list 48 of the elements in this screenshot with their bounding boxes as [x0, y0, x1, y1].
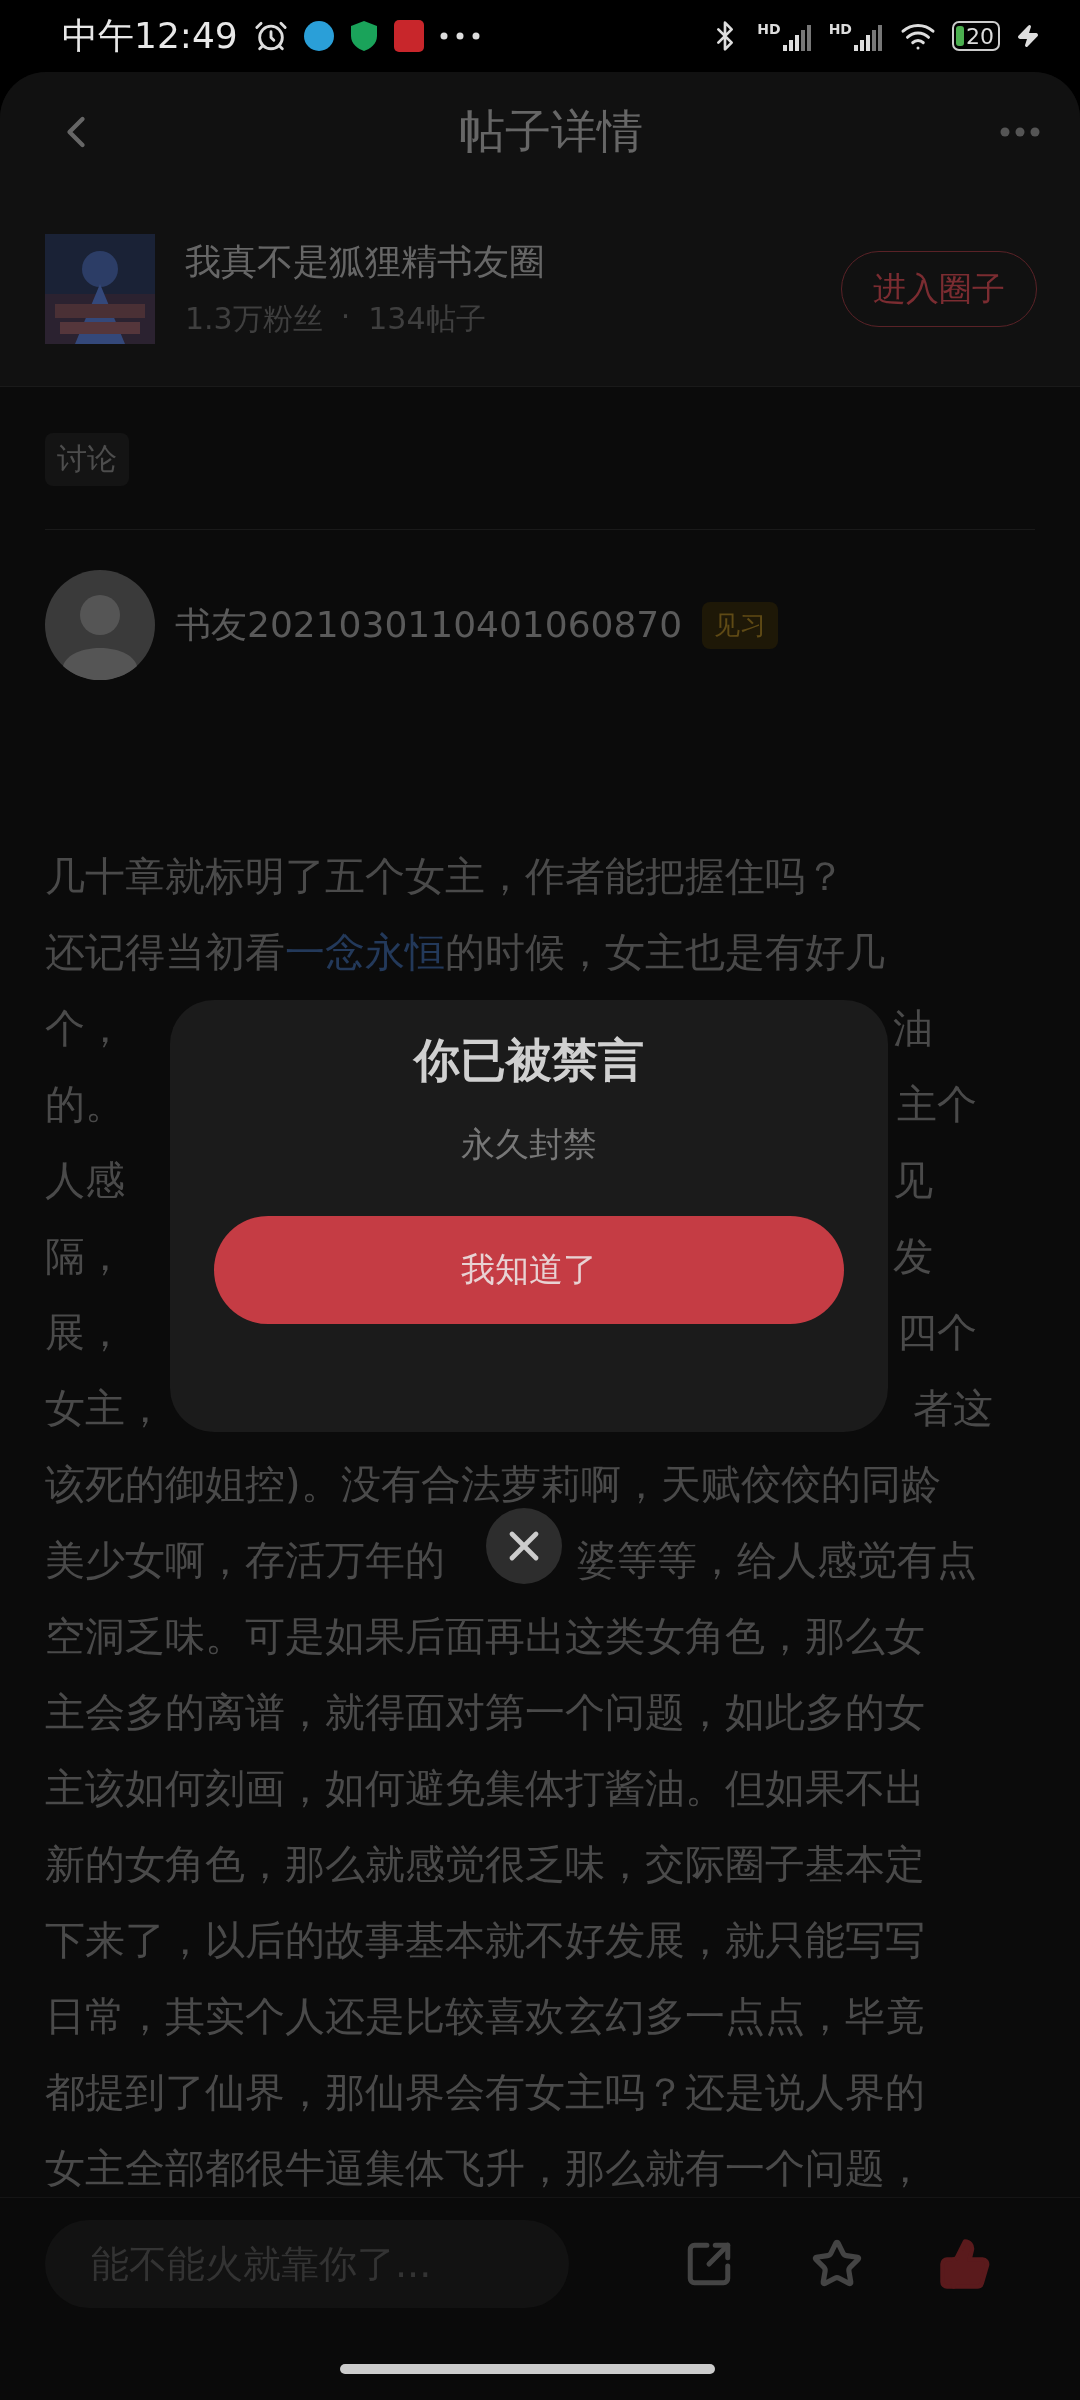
post-text: 婆等等，给人感觉有点	[577, 1535, 977, 1585]
post-text: 日常，其实个人还是比较喜欢玄幻多一点点，毕竟	[45, 1991, 925, 2041]
post-text: 新的女角色，那么就感觉很乏味，交际圈子基本定	[45, 1839, 925, 1889]
post-text: 四个	[897, 1307, 977, 1357]
dialog-title: 你已被禁言	[414, 1032, 644, 1089]
post-text: 主该如何刻画，如何避免集体打酱油。但如果不出	[45, 1763, 925, 1813]
separator: ·	[340, 299, 351, 336]
post-text: 的。	[45, 1079, 125, 1129]
dialog-message: 永久封禁	[461, 1123, 597, 1166]
post-text: 见	[893, 1155, 933, 1205]
post-text: 人感	[45, 1155, 125, 1205]
post-text: 该死的御姐控)。没有合法萝莉啊，天赋佼佼的同龄	[45, 1459, 941, 1509]
author-name: 书友2021030110401060870	[175, 602, 683, 647]
app-icon	[393, 20, 424, 52]
post-text: 者这	[913, 1383, 993, 1433]
post-text: 女主全部都很牛逼集体飞升，那么就有一个问题，	[45, 2143, 925, 2193]
status-time: 中午12:49	[62, 13, 238, 58]
topic-tag: 讨论	[45, 433, 129, 486]
shield-icon	[349, 20, 378, 52]
thumbs-up-icon[interactable]	[938, 2237, 992, 2291]
signal-label: HD	[828, 21, 852, 37]
post-text: 发	[893, 1231, 933, 1281]
level-badge: 见习	[702, 601, 779, 649]
signal-label: HD	[757, 21, 781, 37]
app-icon	[303, 21, 334, 51]
post-text: 美少女啊，存活万年的	[45, 1535, 445, 1585]
battery-icon: 20	[952, 21, 1000, 51]
alarm-icon	[253, 19, 288, 53]
post-text: 空洞乏味。可是如果后面再出这类女角色，那么女	[45, 1611, 925, 1661]
post-text: 主个	[897, 1079, 977, 1129]
post-text: 隔，	[45, 1231, 125, 1281]
more-icon[interactable]	[1000, 127, 1040, 137]
post-text: 主会多的离谱，就得面对第一个问题，如此多的女	[45, 1687, 925, 1737]
circle-name: 我真不是狐狸精书友圈	[185, 240, 546, 284]
book-link[interactable]: 一念永恒	[285, 924, 445, 980]
post-text: 的时候，女主也是有好几	[445, 927, 885, 977]
post-text: 几十章就标明了五个女主，作者能把握住吗？	[45, 851, 845, 901]
post-text: 个，	[45, 1003, 125, 1053]
post-text: 都提到了仙界，那仙界会有女主吗？还是说人界的	[45, 2067, 925, 2117]
post-text: 还记得当初看	[45, 927, 285, 977]
post-text: 油	[893, 1003, 933, 1053]
post-text: 展，	[45, 1307, 125, 1357]
page-title: 帖子详情	[459, 103, 643, 160]
charging-icon	[1016, 24, 1040, 48]
post-text: 女主，	[45, 1383, 165, 1433]
more-icon	[439, 32, 480, 40]
post-text: 下来了，以后的故事基本就不好发展，就只能写写	[45, 1915, 925, 1965]
confirm-button[interactable]: 我知道了	[214, 1216, 844, 1324]
